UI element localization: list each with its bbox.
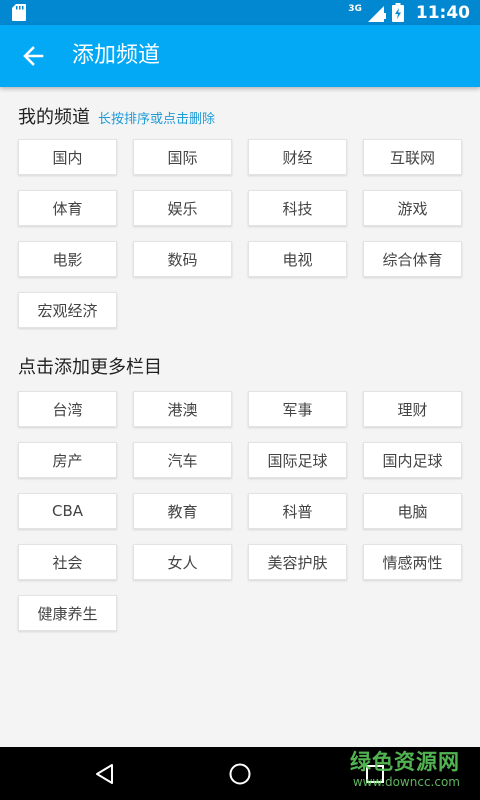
watermark: 绿色资源网 www.downcc.com [350, 749, 460, 789]
my-channel-chip[interactable]: 电视 [248, 241, 347, 277]
more-channel-chip[interactable]: 社会 [18, 544, 117, 580]
home-circle-icon [229, 763, 251, 785]
my-channels-header: 我的频道 长按排序或点击删除 [18, 103, 215, 129]
channel-editor: 我的频道 长按排序或点击删除 国内 国际 财经 互联网体育 娱乐 科技 游戏电影 数码 电视 综合… [0, 87, 480, 747]
nav-home-button[interactable] [223, 757, 257, 791]
my-channel-chip[interactable]: 娱乐 [133, 190, 232, 226]
more-channels-grid: 台湾 港澳 军事 理财房产 汽车 国际足球 国内足球 CBA 教育 科普 电脑社会 女人 美容护肤 情感两… [18, 391, 462, 631]
more-channel-chip[interactable]: 情感两性 [363, 544, 462, 580]
page-title: 添加频道 [72, 43, 161, 68]
more-channel-chip[interactable]: 美容护肤 [248, 544, 347, 580]
sd-card-icon [12, 4, 26, 21]
my-channel-chip[interactable]: 宏观经济 [18, 292, 117, 328]
clock: 11:40 [415, 2, 470, 23]
nav-back-button[interactable] [88, 757, 122, 791]
more-channel-chip[interactable]: 科普 [248, 493, 347, 529]
more-channel-chip[interactable]: 女人 [133, 544, 232, 580]
more-channel-chip[interactable]: 教育 [133, 493, 232, 529]
back-triangle-icon [96, 764, 113, 784]
more-channel-chip[interactable]: 国内足球 [363, 442, 462, 478]
my-channel-chip[interactable]: 体育 [18, 190, 117, 226]
more-channel-chip[interactable]: 汽车 [133, 442, 232, 478]
arrow-back-icon [23, 46, 44, 66]
navigation-bar: 绿色资源网 www.downcc.com [0, 747, 480, 800]
more-channel-chip[interactable]: CBA [18, 493, 117, 529]
more-channel-chip[interactable]: 港澳 [133, 391, 232, 427]
my-channel-chip[interactable]: 互联网 [363, 139, 462, 175]
more-channel-chip[interactable]: 理财 [363, 391, 462, 427]
my-channel-chip[interactable]: 国际 [133, 139, 232, 175]
more-channel-chip[interactable]: 台湾 [18, 391, 117, 427]
my-channel-chip[interactable]: 财经 [248, 139, 347, 175]
status-icons: 3G 11:40 [348, 0, 470, 25]
my-channels-title: 我的频道 [18, 107, 90, 128]
signal-icon [367, 5, 386, 22]
app-bar: 添加频道 [0, 25, 480, 87]
my-channel-chip[interactable]: 数码 [133, 241, 232, 277]
my-channels-grid: 国内 国际 财经 互联网体育 娱乐 科技 游戏电影 数码 电视 综合体育宏观经济 [18, 139, 462, 328]
my-channel-chip[interactable]: 电影 [18, 241, 117, 277]
watermark-url: www.downcc.com [352, 775, 460, 789]
battery-icon [391, 3, 404, 22]
network-type: 3G [348, 3, 362, 14]
more-channel-chip[interactable]: 国际足球 [248, 442, 347, 478]
more-channel-chip[interactable]: 军事 [248, 391, 347, 427]
my-channel-chip[interactable]: 游戏 [363, 190, 462, 226]
status-bar: 3G 11:40 [0, 0, 480, 25]
back-button[interactable] [14, 37, 52, 75]
more-channel-chip[interactable]: 电脑 [363, 493, 462, 529]
more-channels-header: 点击添加更多栏目 [18, 353, 162, 379]
more-channels-title: 点击添加更多栏目 [18, 357, 162, 378]
my-channel-chip[interactable]: 科技 [248, 190, 347, 226]
watermark-text: 绿色资源网 [350, 750, 460, 774]
my-channel-chip[interactable]: 国内 [18, 139, 117, 175]
more-channel-chip[interactable]: 房产 [18, 442, 117, 478]
more-channel-chip[interactable]: 健康养生 [18, 595, 117, 631]
my-channel-chip[interactable]: 综合体育 [363, 241, 462, 277]
my-channels-hint: 长按排序或点击删除 [98, 112, 216, 127]
